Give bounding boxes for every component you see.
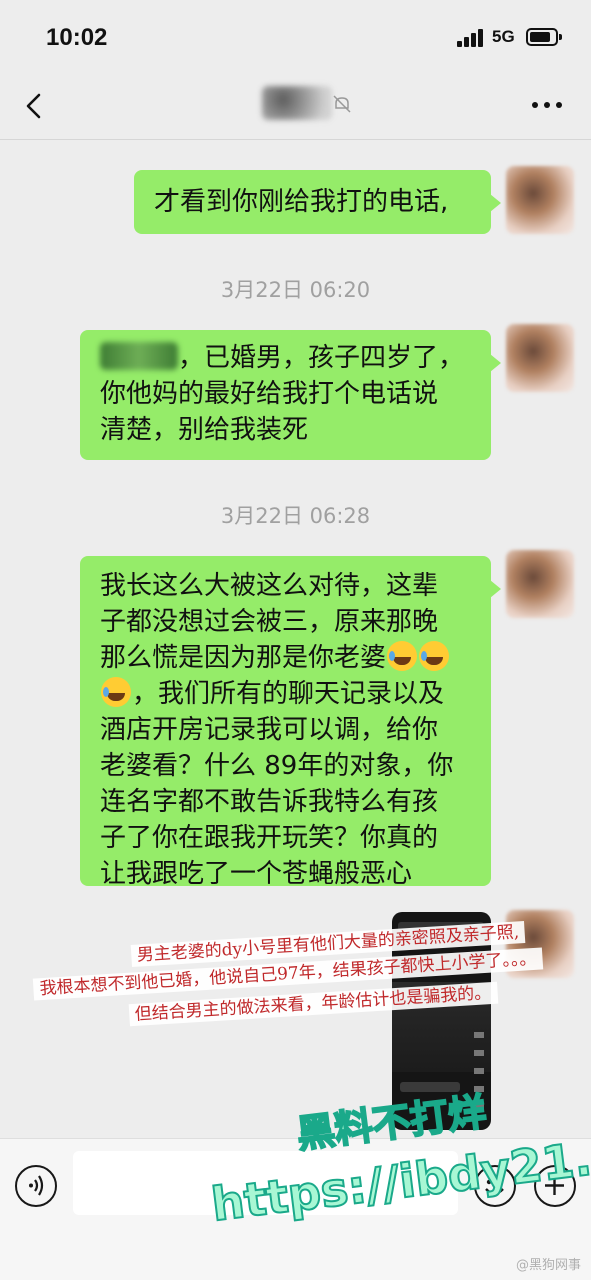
- message-bubble[interactable]: 才看到你刚给我打的电话,: [134, 170, 501, 234]
- message-line: 我长这么大被这么对待，这辈: [100, 571, 439, 601]
- laughing-tears-emoji: [419, 641, 450, 671]
- chat-header: [0, 72, 591, 140]
- message-line: 子都没想过会被三，原来那晚: [100, 607, 439, 637]
- status-bar: 10:02 5G: [0, 0, 591, 72]
- battery-icon: [526, 28, 562, 46]
- signal-icon: [457, 29, 485, 47]
- redacted-name: [100, 342, 178, 370]
- message-line: 你他妈的最好给我打个电话说: [100, 379, 439, 409]
- message-line: 连名字都不敢告诉我特么有孩: [100, 787, 439, 817]
- message-timestamp: 3月22日 06:28: [220, 504, 371, 528]
- laughing-tears-emoji: [101, 677, 131, 707]
- ellipsis-icon[interactable]: [532, 102, 564, 110]
- laughing-tears-emoji: [387, 641, 418, 671]
- overlay-caption: 男主老婆的dy小号里有他们大量的亲密照及亲子照, 我根本想不到他已婚，他说自己9…: [18, 920, 578, 1027]
- chat-title: [262, 86, 332, 120]
- voice-icon[interactable]: [15, 1165, 57, 1207]
- message-line: 让我跟吃了一个苍蝇般恶心: [100, 859, 413, 889]
- message-line: 那么慌是因为那是你老婆: [100, 640, 491, 676]
- message-line: 子了你在跟我开玩笑？你真的: [100, 823, 439, 853]
- message-line: 老婆看？什么 89年的对象，你: [100, 751, 454, 781]
- avatar[interactable]: [506, 550, 574, 618]
- message-bubble[interactable]: 我长这么大被这么对待，这辈 子都没想过会被三，原来那晚 那么慌是因为那是你老婆 …: [80, 556, 501, 889]
- network-label: 5G: [492, 27, 515, 46]
- message-text: 才看到你刚给我打的电话,: [154, 187, 449, 217]
- avatar[interactable]: [506, 324, 574, 392]
- message-line: 清楚，别给我装死: [100, 415, 309, 445]
- message-line: ，我们所有的聊天记录以及: [100, 676, 491, 712]
- avatar[interactable]: [506, 166, 574, 234]
- chevron-left-icon[interactable]: [20, 92, 48, 120]
- status-time: 10:02: [46, 24, 108, 51]
- message-line: ，已婚男，孩子四岁了，: [100, 340, 491, 376]
- mute-bell-icon: [333, 95, 351, 113]
- message-timestamp: 3月22日 06:20: [220, 278, 371, 302]
- source-credit: @黑狗网事: [515, 1258, 581, 1273]
- message-line: 酒店开房记录我可以调，给你: [100, 715, 439, 745]
- message-bubble[interactable]: ，已婚男，孩子四岁了， 你他妈的最好给我打个电话说 清楚，别给我装死: [80, 330, 501, 460]
